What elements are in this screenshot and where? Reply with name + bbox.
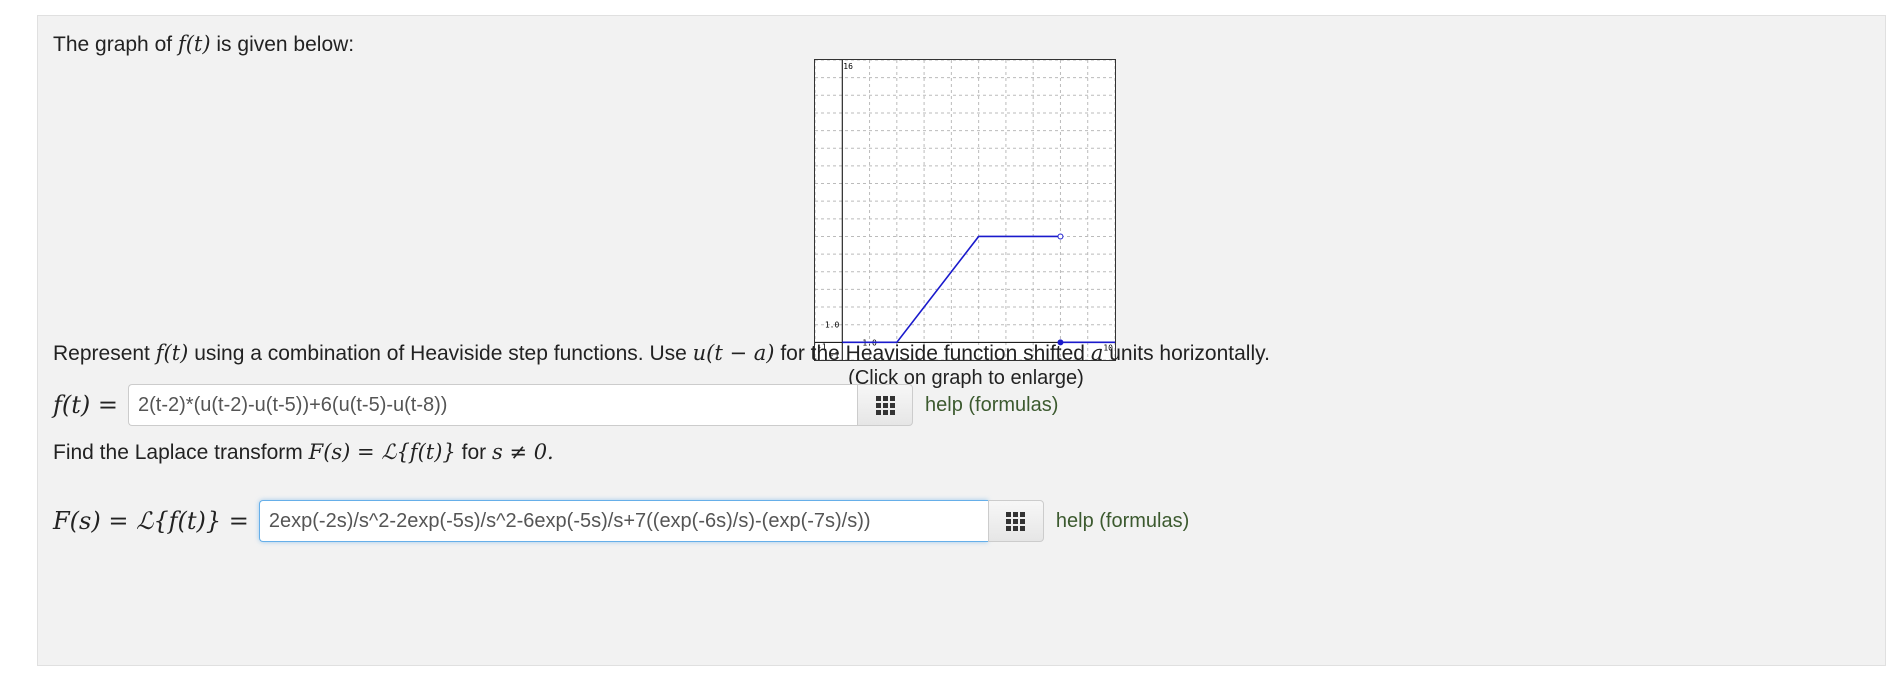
grid-icon: [1006, 511, 1026, 531]
answer1-input[interactable]: 2(t-2)*(u(t-2)-u(t-5))+6(u(t-5)-u(t-8)): [128, 384, 857, 426]
intro-suffix: is given below:: [216, 33, 355, 56]
instruction-text-2: using a combination of Heaviside step fu…: [194, 342, 687, 365]
instruction-avar: a: [1090, 341, 1104, 365]
laplace-text-1: Find the Laplace transform: [53, 441, 303, 464]
instruction-line: Represent f(t) using a combination of He…: [53, 341, 1270, 365]
point-marker-1: [1057, 233, 1064, 240]
instruction-text-3: for the Heaviside function shifted: [780, 342, 1085, 365]
answer2-row: F(s) = ℒ{f(t)} = 2exp(-2s)/s^2-2exp(-5s)…: [53, 499, 1189, 543]
intro-prefix: The graph of: [53, 33, 173, 56]
laplace-cond: s ≠ 0.: [491, 440, 554, 464]
instruction-func: f(t): [155, 341, 189, 365]
answer2-equation-editor-button[interactable]: [987, 500, 1044, 542]
problem-panel: The graph of f(t) is given below: 16 1.0-…: [37, 15, 1886, 666]
tick-label-y-top: 16: [843, 62, 853, 71]
intro-func: f(t): [177, 32, 211, 56]
instruction-text-4: units horizontally.: [1109, 342, 1270, 365]
tick-label-y-one: 1.0: [825, 321, 840, 330]
answer2-input-group: 2exp(-2s)/s^2-2exp(-5s)/s^2-6exp(-5s)/s+…: [258, 500, 1044, 542]
intro-line: The graph of f(t) is given below:: [53, 32, 355, 56]
graph-plot: 161.0-1-11.010: [815, 60, 1115, 360]
answer1-lhs: f(t) =: [53, 391, 118, 419]
laplace-text-2: for: [461, 441, 487, 464]
answer1-equation-editor-button[interactable]: [857, 384, 913, 426]
answer1-input-group: 2(t-2)*(u(t-2)-u(t-5))+6(u(t-5)-u(t-8)): [128, 384, 913, 426]
grid-icon: [875, 395, 895, 415]
graph-figure: 16 1.0 -1 -1 1.0 10 (Click on graph to enlarg…: [814, 59, 1118, 390]
instruction-text-1: Represent: [53, 342, 150, 365]
answer2-help-link[interactable]: help (formulas): [1056, 510, 1189, 533]
answer2-lhs: F(s) = ℒ{f(t)} =: [53, 507, 249, 535]
laplace-prompt-line: Find the Laplace transform F(s) = ℒ{f(t)…: [53, 440, 554, 464]
answer2-input[interactable]: 2exp(-2s)/s^2-2exp(-5s)/s^2-6exp(-5s)/s+…: [258, 500, 988, 542]
answer1-row: f(t) = 2(t-2)*(u(t-2)-u(t-5))+6(u(t-5)-u…: [53, 383, 1058, 427]
instruction-ufunc: u(t − a): [692, 341, 775, 365]
laplace-expr: F(s) = ℒ{f(t)}: [308, 440, 456, 464]
answer1-help-link[interactable]: help (formulas): [925, 394, 1058, 417]
graph-thumbnail[interactable]: 16 1.0 -1 -1 1.0 10: [814, 59, 1116, 361]
